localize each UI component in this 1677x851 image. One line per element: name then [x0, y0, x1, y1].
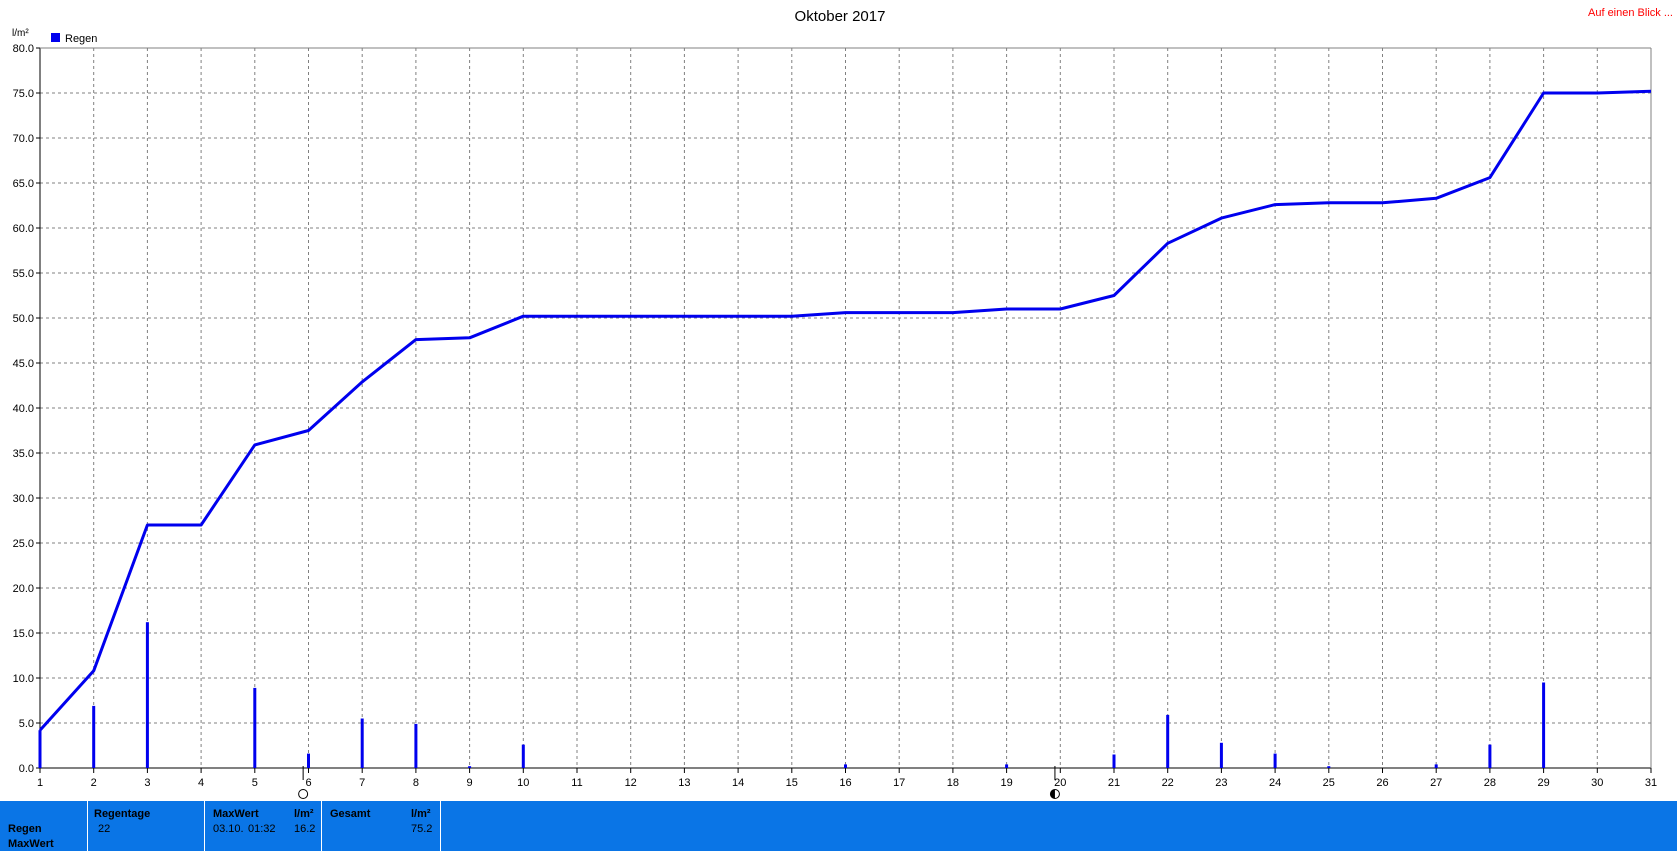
x-tick-label: 23: [1215, 777, 1227, 789]
y-tick-label: 40.0: [13, 403, 34, 415]
rain-bar: [307, 753, 310, 768]
y-tick-label: 65.0: [13, 178, 34, 190]
y-tick-label: 10.0: [13, 673, 34, 685]
rain-bar: [1112, 754, 1116, 768]
x-tick-label: 16: [839, 777, 851, 789]
y-tick-labels: 0.0 5.0 10.0 15.0 20.0 25.0 30.0 35.0 40.0 45.0 50…: [13, 43, 34, 775]
x-tick-label: 27: [1430, 777, 1442, 789]
legend-swatch-regen: [51, 33, 60, 42]
axes: [36, 47, 1652, 773]
x-tick-label: 25: [1323, 777, 1335, 789]
x-tick-label: 7: [359, 777, 365, 789]
gesamt-unit: l/m²: [411, 808, 431, 820]
y-tick-label: 5.0: [19, 718, 34, 730]
x-tick-label: 28: [1484, 777, 1496, 789]
x-tick-label: 19: [1000, 777, 1012, 789]
x-tick-label: 9: [467, 777, 473, 789]
x-tick-label: 26: [1376, 777, 1388, 789]
x-tick-label: 15: [786, 777, 798, 789]
rain-bar: [38, 730, 42, 768]
x-tick-label: 5: [252, 777, 258, 789]
x-tick-label: 12: [625, 777, 637, 789]
row-label-maxwert: MaxWert: [8, 838, 54, 850]
legend-label-regen: Regen: [65, 33, 97, 45]
rain-bar: [360, 718, 364, 768]
y-tick-label: 80.0: [13, 43, 34, 55]
rain-bar: [414, 723, 418, 768]
y-tick-label: 45.0: [13, 358, 34, 370]
rain-bar: [1166, 714, 1170, 768]
rain-bar: [1219, 742, 1223, 768]
y-tick-label: 55.0: [13, 268, 34, 280]
rain-bar: [145, 622, 149, 768]
rain-bar: [253, 687, 257, 768]
chart-title: Oktober 2017: [795, 8, 886, 25]
x-tick-label: 31: [1645, 777, 1657, 789]
x-tick-label: 13: [678, 777, 690, 789]
y-tick-label: 60.0: [13, 223, 34, 235]
rain-bar: [1327, 766, 1331, 768]
y-tick-label: 25.0: [13, 538, 34, 550]
x-tick-label: 3: [144, 777, 150, 789]
gesamt-label: Gesamt: [330, 808, 371, 820]
rain-bar: [1542, 682, 1546, 768]
y-tick-label: 75.0: [13, 88, 34, 100]
x-tick-label: 20: [1054, 777, 1066, 789]
x-tick-label: 29: [1537, 777, 1549, 789]
legend: Regen: [51, 33, 97, 45]
y-axis-unit-label: l/m²: [12, 28, 29, 39]
y-tick-label: 15.0: [13, 628, 34, 640]
regentage-label: Regentage: [94, 808, 151, 820]
regentage-value: 22: [98, 823, 111, 835]
y-tick-label: 30.0: [13, 493, 34, 505]
x-tick-label: 2: [91, 777, 97, 789]
grid: [39, 47, 1652, 769]
y-tick-label: 20.0: [13, 583, 34, 595]
x-tick-label: 14: [732, 777, 744, 789]
y-tick-label: 0.0: [19, 763, 34, 775]
row-label-regen: Regen: [8, 823, 42, 835]
y-tick-label: 70.0: [13, 133, 34, 145]
y-tick-label: 35.0: [13, 448, 34, 460]
x-tick-label: 4: [198, 777, 204, 789]
rain-bar: [1434, 764, 1438, 768]
maxwert-value: 16.2: [294, 823, 316, 835]
regentage-cell: Regentage 22: [88, 801, 205, 851]
x-tick-label: 18: [947, 777, 959, 789]
row-labels-cell: Regen MaxWert: [0, 801, 88, 851]
x-tick-label: 6: [305, 777, 311, 789]
rain-bar: [1488, 744, 1492, 768]
x-tick-label: 8: [413, 777, 419, 789]
gesamt-value: 75.2: [411, 823, 433, 835]
rain-bar: [521, 744, 525, 768]
maxwert-time: 01:32: [248, 823, 276, 835]
x-tick-labels: 1 2 3 4 5 6 7 8 9 10 11 12 13 14 15 16 17 18 19 20 21 22 23 24 2…: [37, 777, 1657, 789]
maxwert-date: 03.10.: [213, 823, 244, 835]
x-tick-label: 11: [571, 777, 582, 789]
x-tick-label: 24: [1269, 777, 1281, 789]
rain-bar: [92, 705, 96, 768]
y-tick-label: 50.0: [13, 313, 34, 325]
x-tick-label: 17: [893, 777, 905, 789]
stats-panel: Regen MaxWert Regentage 22 MaxWert l/m² …: [0, 801, 1677, 851]
maxwert-label: MaxWert: [213, 808, 259, 820]
gesamt-cell: Gesamt l/m² 75.2: [322, 801, 441, 851]
rain-bar: [844, 764, 847, 768]
rain-bar: [1273, 753, 1277, 768]
new-moon-icon: [1049, 789, 1060, 799]
full-moon-icon: [298, 789, 309, 799]
x-tick-label: 30: [1591, 777, 1603, 789]
x-tick-label: 1: [37, 777, 43, 789]
x-tick-label: 21: [1108, 777, 1120, 789]
rain-bar: [468, 766, 472, 768]
overview-link[interactable]: Auf einen Blick ...: [1588, 7, 1673, 19]
x-tick-label: 22: [1162, 777, 1174, 789]
maxwert-unit: l/m²: [294, 808, 314, 820]
x-tick-label: 10: [517, 777, 529, 789]
maxwert-cell: MaxWert l/m² 03.10. 01:32 16.2: [205, 801, 322, 851]
rain-chart: Oktober 2017 Auf einen Blick ... l/m² Re…: [12, 7, 1673, 799]
rain-bar: [1005, 764, 1009, 768]
